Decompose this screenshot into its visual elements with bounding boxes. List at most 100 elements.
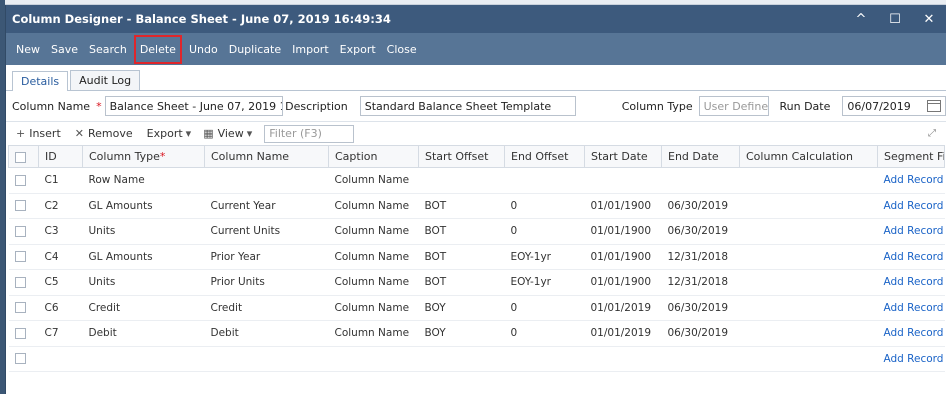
row-select-checkbox[interactable]: [8, 244, 39, 270]
cell-end-date[interactable]: 12/31/2018: [661, 244, 740, 270]
add-record-link[interactable]: Add Record: [877, 320, 945, 347]
cell-start-date[interactable]: [584, 167, 662, 194]
cell-start-offset[interactable]: BOT: [418, 218, 505, 245]
add-record-link[interactable]: Add Record: [877, 193, 945, 219]
expand-grid-icon[interactable]: ⤢: [928, 128, 936, 139]
close-icon[interactable]: ✕: [912, 5, 946, 33]
duplicate-button[interactable]: Duplicate: [225, 39, 285, 60]
cell-column-type[interactable]: Row Name: [82, 167, 205, 194]
row-select-checkbox[interactable]: [8, 320, 39, 347]
table-row[interactable]: Add Record: [8, 346, 945, 372]
header-segment-filter[interactable]: Segment Filter: [877, 145, 945, 168]
tab-details[interactable]: Details: [12, 71, 69, 91]
row-select-checkbox[interactable]: [8, 346, 39, 372]
cell-start-offset[interactable]: BOT: [418, 244, 505, 270]
cell-caption[interactable]: [328, 346, 419, 372]
cell-column-type[interactable]: Debit: [82, 320, 205, 347]
header-end-date[interactable]: End Date: [661, 145, 740, 168]
cell-end-offset[interactable]: 0: [504, 320, 585, 347]
cell-column-name[interactable]: Current Year: [204, 193, 329, 219]
cell-column-type[interactable]: Credit: [82, 295, 205, 321]
header-column-name[interactable]: Column Name: [204, 145, 329, 168]
save-button[interactable]: Save: [47, 39, 82, 60]
cell-column-type[interactable]: Units: [82, 269, 205, 296]
cell-caption[interactable]: Column Name: [328, 193, 419, 219]
cell-column-name[interactable]: Prior Units: [204, 269, 329, 296]
insert-button[interactable]: + Insert: [16, 127, 61, 140]
cell-end-date[interactable]: 06/30/2019: [661, 295, 740, 321]
minimize-icon[interactable]: ^: [844, 5, 878, 33]
column-name-field[interactable]: Balance Sheet - June 07, 2019 16:49: [104, 96, 284, 116]
description-field[interactable]: Standard Balance Sheet Template: [359, 96, 576, 116]
column-type-field[interactable]: User Defined: [698, 96, 770, 116]
cell-caption[interactable]: Column Name: [328, 320, 419, 347]
cell-id[interactable]: C7: [38, 320, 83, 347]
cell-column-type[interactable]: GL Amounts: [82, 244, 205, 270]
cell-column-calculation[interactable]: [739, 193, 878, 219]
cell-column-calculation[interactable]: [739, 218, 878, 245]
table-row[interactable]: C4 GL Amounts Prior Year Column Name BOT EOY-…: [8, 244, 945, 270]
cell-end-offset[interactable]: EOY-1yr: [504, 269, 585, 296]
cell-end-date[interactable]: [661, 346, 740, 372]
row-select-checkbox[interactable]: [8, 193, 39, 219]
add-record-link[interactable]: Add Record: [877, 167, 945, 194]
header-column-calculation[interactable]: Column Calculation: [739, 145, 878, 168]
cell-start-date[interactable]: 01/01/1900: [584, 269, 662, 296]
export-button[interactable]: Export: [336, 39, 380, 60]
cell-start-offset[interactable]: [418, 167, 505, 194]
tab-audit-log[interactable]: Audit Log: [70, 70, 141, 90]
search-button[interactable]: Search: [85, 39, 131, 60]
add-record-link[interactable]: Add Record: [877, 218, 945, 245]
undo-button[interactable]: Undo: [185, 39, 222, 60]
table-row[interactable]: C5 Units Prior Units Column Name BOT EOY-1yr 0…: [8, 269, 945, 296]
cell-start-offset[interactable]: BOY: [418, 320, 505, 347]
cell-end-date[interactable]: 06/30/2019: [661, 320, 740, 347]
cell-end-offset[interactable]: 0: [504, 218, 585, 245]
cell-column-calculation[interactable]: [739, 167, 878, 194]
maximize-icon[interactable]: ☐: [878, 5, 912, 33]
header-id[interactable]: ID: [38, 145, 83, 168]
header-caption[interactable]: Caption: [328, 145, 419, 168]
cell-start-date[interactable]: 01/01/2019: [584, 295, 662, 321]
header-start-date[interactable]: Start Date: [584, 145, 662, 168]
cell-end-offset[interactable]: [504, 167, 585, 194]
add-record-link[interactable]: Add Record: [877, 346, 945, 372]
select-all-checkbox[interactable]: [8, 145, 39, 168]
header-end-offset[interactable]: End Offset: [504, 145, 585, 168]
remove-button[interactable]: ✕ Remove: [75, 127, 133, 140]
cell-end-offset[interactable]: 0: [504, 295, 585, 321]
cell-column-name[interactable]: Prior Year: [204, 244, 329, 270]
cell-column-calculation[interactable]: [739, 269, 878, 296]
cell-caption[interactable]: Column Name: [328, 269, 419, 296]
table-row[interactable]: C7 Debit Debit Column Name BOY 0 01/01/2019 06/…: [8, 320, 945, 347]
delete-button[interactable]: Delete: [133, 34, 182, 64]
cell-id[interactable]: [38, 346, 83, 372]
cell-start-date[interactable]: 01/01/1900: [584, 193, 662, 219]
cell-end-offset[interactable]: [504, 346, 585, 372]
cell-start-date[interactable]: 01/01/1900: [584, 244, 662, 270]
cell-start-date[interactable]: [584, 346, 662, 372]
filter-input[interactable]: Filter (F3): [264, 124, 355, 143]
cell-start-offset[interactable]: BOY: [418, 295, 505, 321]
cell-column-name[interactable]: Credit: [204, 295, 329, 321]
header-column-type[interactable]: Column Type*: [82, 145, 205, 168]
cell-column-name[interactable]: Debit: [204, 320, 329, 347]
cell-column-calculation[interactable]: [739, 295, 878, 321]
cell-end-date[interactable]: 12/31/2018: [661, 269, 740, 296]
cell-column-type[interactable]: [82, 346, 205, 372]
cell-column-type[interactable]: GL Amounts: [82, 193, 205, 219]
table-row[interactable]: C3 Units Current Units Column Name BOT 0 01/01…: [8, 218, 945, 245]
cell-id[interactable]: C5: [38, 269, 83, 296]
cell-end-date[interactable]: 06/30/2019: [661, 193, 740, 219]
cell-id[interactable]: C4: [38, 244, 83, 270]
cell-end-offset[interactable]: EOY-1yr: [504, 244, 585, 270]
cell-column-name[interactable]: [204, 346, 329, 372]
cell-id[interactable]: C1: [38, 167, 83, 194]
cell-start-offset[interactable]: BOT: [418, 193, 505, 219]
cell-caption[interactable]: Column Name: [328, 244, 419, 270]
row-select-checkbox[interactable]: [8, 269, 39, 296]
table-row[interactable]: C1 Row Name Column Name Add Record: [8, 167, 945, 194]
cell-end-date[interactable]: [661, 167, 740, 194]
cell-id[interactable]: C2: [38, 193, 83, 219]
row-select-checkbox[interactable]: [8, 295, 39, 321]
